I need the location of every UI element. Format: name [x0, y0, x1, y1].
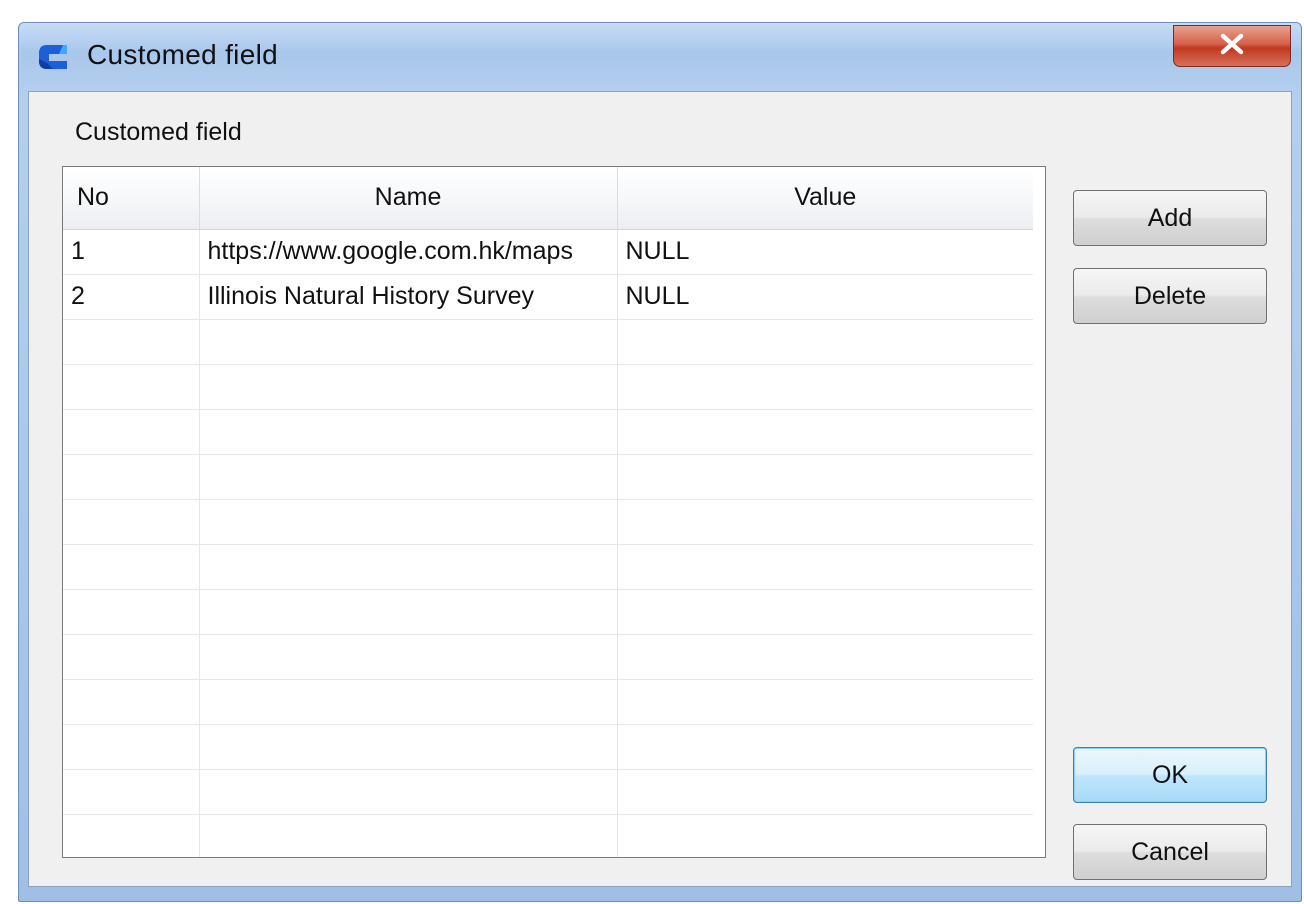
- table-row[interactable]: 2 Illinois Natural History Survey NULL: [63, 274, 1033, 320]
- cell-name[interactable]: [199, 679, 618, 725]
- cell-no[interactable]: [63, 679, 200, 725]
- title-bar[interactable]: Customed field: [19, 23, 1301, 89]
- cell-name[interactable]: [199, 724, 618, 770]
- column-header-no[interactable]: No: [63, 167, 200, 230]
- table-row[interactable]: 1 https://www.google.com.hk/maps NULL: [63, 229, 1033, 275]
- column-header-value[interactable]: Value: [617, 167, 1033, 230]
- cell-name[interactable]: [199, 814, 618, 857]
- cell-name[interactable]: [199, 409, 618, 455]
- cell-no[interactable]: [63, 499, 200, 545]
- dialog-window: Customed field Customed field No Name Va…: [18, 22, 1302, 902]
- table-row[interactable]: [63, 589, 1033, 635]
- cell-name[interactable]: https://www.google.com.hk/maps: [199, 229, 618, 275]
- cell-value[interactable]: [617, 634, 1033, 680]
- cell-value[interactable]: [617, 544, 1033, 590]
- cell-no[interactable]: [63, 454, 200, 500]
- cell-value[interactable]: [617, 454, 1033, 500]
- custom-field-table[interactable]: No Name Value 1 https://www.google.com.hk…: [62, 166, 1046, 858]
- cell-no[interactable]: [63, 544, 200, 590]
- cell-value[interactable]: [617, 589, 1033, 635]
- cell-value[interactable]: [617, 499, 1033, 545]
- cell-value[interactable]: [617, 679, 1033, 725]
- table-row[interactable]: [63, 634, 1033, 680]
- cell-value[interactable]: [617, 814, 1033, 857]
- table-header-row: No Name Value: [63, 167, 1033, 230]
- cell-name[interactable]: [199, 364, 618, 410]
- cell-name[interactable]: [199, 544, 618, 590]
- table-row[interactable]: [63, 724, 1033, 770]
- column-header-name[interactable]: Name: [199, 167, 618, 230]
- cell-value[interactable]: [617, 319, 1033, 365]
- window-title: Customed field: [87, 39, 278, 70]
- dialog-client-area: Customed field No Name Value 1 https://ww…: [28, 91, 1292, 887]
- close-icon: [1217, 33, 1247, 60]
- cell-no[interactable]: 1: [63, 229, 200, 275]
- table-row[interactable]: [63, 499, 1033, 545]
- group-label: Customed field: [75, 118, 242, 146]
- table-row[interactable]: [63, 679, 1033, 725]
- cell-name[interactable]: [199, 319, 618, 365]
- cell-no[interactable]: [63, 364, 200, 410]
- table-row[interactable]: [63, 364, 1033, 410]
- table-row[interactable]: [63, 814, 1033, 857]
- table-row[interactable]: [63, 544, 1033, 590]
- cell-name[interactable]: [199, 634, 618, 680]
- cell-value[interactable]: NULL: [617, 229, 1033, 275]
- cell-no[interactable]: [63, 724, 200, 770]
- cell-no[interactable]: [63, 814, 200, 857]
- table-row[interactable]: [63, 454, 1033, 500]
- cancel-button[interactable]: Cancel: [1073, 824, 1267, 880]
- cell-no[interactable]: [63, 319, 200, 365]
- cell-no[interactable]: [63, 409, 200, 455]
- cell-no[interactable]: [63, 589, 200, 635]
- close-button[interactable]: [1173, 25, 1291, 67]
- add-button[interactable]: Add: [1073, 190, 1267, 246]
- cell-value[interactable]: [617, 769, 1033, 815]
- table-row[interactable]: [63, 409, 1033, 455]
- cell-no[interactable]: [63, 769, 200, 815]
- cell-name[interactable]: [199, 499, 618, 545]
- cell-name[interactable]: [199, 454, 618, 500]
- app-logo-icon: [33, 37, 73, 77]
- table-row[interactable]: [63, 319, 1033, 365]
- cell-name[interactable]: [199, 589, 618, 635]
- delete-button[interactable]: Delete: [1073, 268, 1267, 324]
- cell-no[interactable]: [63, 634, 200, 680]
- field-grid: No Name Value 1 https://www.google.com.hk…: [63, 167, 1033, 857]
- cell-value[interactable]: NULL: [617, 274, 1033, 320]
- cell-no[interactable]: 2: [63, 274, 200, 320]
- table-row[interactable]: [63, 769, 1033, 815]
- cell-name[interactable]: [199, 769, 618, 815]
- ok-button[interactable]: OK: [1073, 747, 1267, 803]
- cell-name[interactable]: Illinois Natural History Survey: [199, 274, 618, 320]
- cell-value[interactable]: [617, 364, 1033, 410]
- cell-value[interactable]: [617, 724, 1033, 770]
- cell-value[interactable]: [617, 409, 1033, 455]
